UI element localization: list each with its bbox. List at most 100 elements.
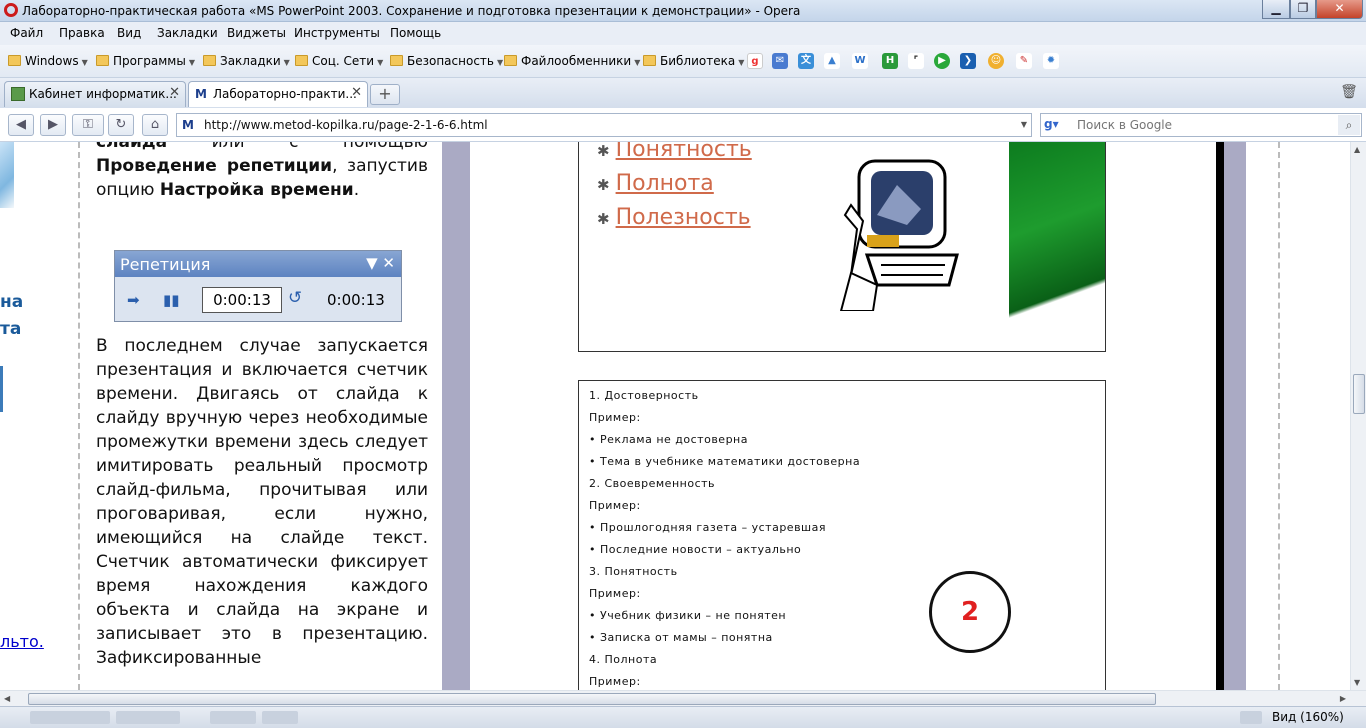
slide-number-badge: 2 [929, 571, 1011, 653]
folder-icon [390, 55, 403, 66]
menu-edit[interactable]: Правка [59, 26, 105, 40]
slide-margin-right [1224, 142, 1246, 690]
menu-widgets[interactable]: Виджеты [227, 26, 286, 40]
google-icon[interactable]: g▾ [1044, 117, 1064, 133]
folder-icon [295, 55, 308, 66]
slide-line: 1. Достоверность [589, 389, 699, 402]
scroll-left-icon[interactable]: ◀ [4, 694, 10, 703]
url-text: http://www.metod-kopilka.ru/page-2-1-6-6… [204, 118, 488, 132]
close-icon[interactable]: ✕ [169, 85, 180, 100]
repeat-icon[interactable]: ↺ [288, 288, 302, 308]
toolbar-controls[interactable]: ▼ ✕ [366, 254, 395, 272]
folder-icon [203, 55, 216, 66]
left-frame-edge [0, 366, 3, 412]
search-icon[interactable]: ⌕ [1338, 115, 1360, 135]
menu-tools[interactable]: Инструменты [294, 26, 380, 40]
status-segment [262, 711, 298, 724]
site-m-icon: M [182, 118, 194, 132]
bookmark-folder-filehosts[interactable]: Файлообменники ▼ [504, 54, 640, 70]
bookmark-folder-library[interactable]: Библиотека ▼ [643, 54, 744, 70]
slide-image-1: ✱ Понятность ✱ Полнота ✱ Полезность [578, 142, 1106, 352]
chevron-down-icon: ▼ [496, 58, 504, 67]
slide-bullet: ✱ Понятность [597, 142, 752, 162]
total-time: 0:00:13 [327, 291, 385, 309]
chevron-down-icon[interactable]: ▼ [1021, 120, 1027, 129]
menu-bookmarks[interactable]: Закладки [157, 26, 218, 40]
home-button[interactable]: ⌂ [142, 114, 168, 136]
slide-line: 2. Своевременность [589, 477, 716, 490]
tab-label: Кабинет информатик... [29, 87, 177, 101]
menu-file[interactable]: Файл [10, 26, 43, 40]
pause-icon[interactable]: ▮▮ [163, 291, 180, 309]
rehearsal-title: Репетиция [120, 255, 211, 274]
slide-bullet: ✱ Полезность [597, 205, 751, 230]
menu-view[interactable]: Вид [117, 26, 141, 40]
wiki-icon[interactable]: ▲ [824, 53, 840, 69]
tab-label: Лабораторно-практи... [213, 87, 357, 101]
smile-icon[interactable]: ☺ [988, 53, 1004, 69]
play-icon[interactable]: ▶ [934, 53, 950, 69]
fullscreen-icon[interactable]: ⌜ [908, 53, 924, 69]
scroll-down-icon[interactable]: ▼ [1354, 678, 1360, 687]
tool-icon[interactable]: ✎ [1016, 53, 1032, 69]
tab-lab-work[interactable]: M Лабораторно-практи... ✕ [188, 81, 368, 107]
horizontal-scrollbar[interactable]: ◀ ▶ [0, 690, 1366, 706]
bookmark-folder-programs[interactable]: Программы ▼ [96, 54, 195, 70]
bullet-star-icon: ✱ [597, 176, 610, 194]
rehearsal-toolbar-header: Репетиция ▼ ✕ [115, 251, 401, 277]
vertical-scrollbar[interactable]: ▲ ▼ [1350, 142, 1366, 690]
mail-icon[interactable]: ✉ [772, 53, 788, 69]
scroll-right-icon[interactable]: ▶ [1340, 694, 1346, 703]
folder-icon [643, 55, 656, 66]
close-button[interactable]: ✕ [1316, 0, 1363, 19]
chevron-down-icon: ▼ [634, 58, 641, 67]
chevron-down-icon: ▼ [188, 58, 195, 67]
bookmarks-bar: Windows ▼ Программы ▼ Закладки ▼ Соц. Сети ▼… [0, 45, 1366, 78]
opera-logo-icon [4, 3, 18, 17]
address-input[interactable]: M http://www.metod-kopilka.ru/page-2-1-6… [176, 113, 1032, 137]
bookmark-folder-security[interactable]: Безопасность ▼ [390, 54, 503, 70]
menu-help[interactable]: Помощь [390, 26, 441, 40]
search-box[interactable]: g▾ ⌕ [1040, 113, 1362, 137]
forward-button[interactable]: ▶ [40, 114, 66, 136]
slide-line: Пример: [589, 675, 641, 688]
zoom-level[interactable]: Вид (160%) [1272, 710, 1344, 724]
search-input[interactable] [1077, 117, 1327, 133]
chevron-down-icon: ▼ [283, 58, 290, 67]
back-button[interactable]: ◀ [8, 114, 34, 136]
scroll-up-icon[interactable]: ▲ [1354, 145, 1360, 154]
arrow-icon[interactable]: ❯ [960, 53, 976, 69]
slide-time-field[interactable]: 0:00:13 [202, 287, 282, 313]
gear-icon[interactable]: ✹ [1043, 53, 1059, 69]
status-segment [210, 711, 256, 724]
w-icon[interactable]: W [852, 53, 868, 69]
new-tab-button[interactable]: + [370, 84, 400, 105]
trash-icon[interactable]: 🗑 [1340, 84, 1358, 104]
maximize-button[interactable]: ❐ [1290, 0, 1316, 19]
bookmark-folder-bookmarks[interactable]: Закладки ▼ [203, 54, 290, 70]
slide-line: • Тема в учебнике математики достоверна [589, 455, 861, 468]
reload-button[interactable]: ↻ [108, 114, 134, 136]
bullet-star-icon: ✱ [597, 142, 610, 160]
scroll-thumb[interactable] [28, 693, 1156, 705]
scroll-thumb[interactable] [1353, 374, 1365, 414]
tab-cabinet[interactable]: Кабинет информатик... ✕ [4, 81, 186, 107]
bookmark-folder-windows[interactable]: Windows ▼ [8, 54, 88, 70]
slide-line: Пример: [589, 411, 641, 424]
translate-icon[interactable]: 文 [798, 53, 814, 69]
close-icon[interactable]: ✕ [351, 85, 362, 100]
title-bar: Лабораторно-практическая работа «MS Powe… [0, 0, 1366, 22]
left-link[interactable]: льто. [0, 632, 44, 651]
minimize-button[interactable]: ▁ [1262, 0, 1290, 19]
next-arrow-icon[interactable]: ➡ [127, 291, 140, 309]
slide-margin-left [442, 142, 470, 690]
slide-line: Пример: [589, 587, 641, 600]
left-heading-fragment: на [0, 292, 24, 312]
key-icon[interactable]: ⚿ [72, 114, 104, 136]
view-toggle-icon[interactable] [1240, 711, 1262, 724]
status-segment [30, 711, 110, 724]
bookmark-folder-social[interactable]: Соц. Сети ▼ [295, 54, 383, 70]
google-icon[interactable]: g [747, 53, 763, 69]
h-icon[interactable]: H [882, 53, 898, 69]
page-icon [11, 87, 25, 101]
